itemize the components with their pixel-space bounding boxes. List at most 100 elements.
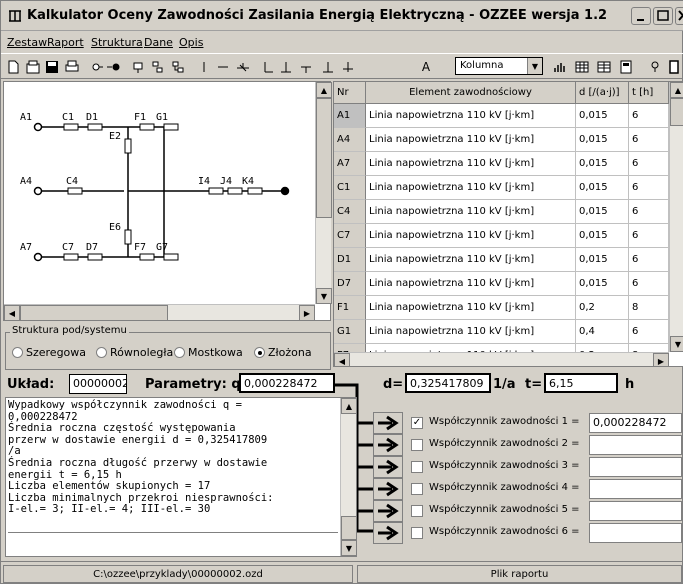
apply-arrow-button[interactable] (373, 478, 403, 500)
table-row[interactable]: G1 Linia napowietrzna 110 kV [j·km] 0,4 6 (334, 320, 669, 344)
scroll-thumb[interactable] (341, 516, 357, 540)
node-closed-icon[interactable] (105, 58, 123, 76)
print-icon[interactable] (63, 58, 81, 76)
table-row[interactable]: F1 Linia napowietrzna 110 kV [j·km] 0,2 8 (334, 296, 669, 320)
cell-t[interactable]: 6 (629, 104, 669, 128)
scroll-down-icon[interactable]: ▼ (316, 288, 332, 304)
results-vertical-scrollbar[interactable]: ▲ ▼ (340, 398, 357, 556)
cell-d[interactable]: 0,2 (576, 296, 629, 320)
table-row[interactable]: D7 Linia napowietrzna 110 kV [j·km] 0,015 6 (334, 272, 669, 296)
apply-arrow-button[interactable] (373, 434, 403, 456)
radio-rownolegla[interactable]: Równoległa (96, 346, 173, 359)
cross-icon[interactable] (319, 58, 337, 76)
coefficient-checkbox[interactable] (411, 461, 423, 473)
maximize-button[interactable] (653, 7, 673, 25)
coefficient-checkbox[interactable] (411, 483, 423, 495)
text-icon[interactable]: A (417, 58, 435, 76)
help-icon[interactable] (646, 58, 664, 76)
cell-element[interactable]: Linia napowietrzna 110 kV [j·km] (366, 152, 576, 176)
cell-t[interactable]: 6 (629, 224, 669, 248)
radio-zlozona[interactable]: Złożona (254, 346, 312, 359)
scroll-thumb[interactable] (316, 98, 332, 218)
save-icon[interactable] (43, 58, 61, 76)
cell-element[interactable]: Linia napowietrzna 110 kV [j·km] (366, 176, 576, 200)
radio-dot[interactable] (12, 347, 23, 358)
tee-icon[interactable] (277, 58, 295, 76)
t-field[interactable]: 6,15 (544, 373, 618, 393)
table-row[interactable]: C1 Linia napowietrzna 110 kV [j·km] 0,015 6 (334, 176, 669, 200)
menu-zestaw[interactable]: Zestaw (7, 36, 47, 49)
diagram-vertical-scrollbar[interactable]: ▲ ▼ (315, 82, 332, 304)
cell-nr[interactable]: G1 (334, 320, 366, 344)
cell-nr[interactable]: F1 (334, 296, 366, 320)
command-input[interactable] (8, 532, 338, 550)
coefficient-field[interactable] (589, 457, 682, 477)
cell-t[interactable]: 6 (629, 272, 669, 296)
cell-t[interactable]: 6 (629, 200, 669, 224)
scroll-down-icon[interactable]: ▼ (670, 336, 683, 352)
cell-element[interactable]: Linia napowietrzna 110 kV [j·km] (366, 296, 576, 320)
cell-t[interactable]: 6 (629, 248, 669, 272)
cell-nr[interactable]: C1 (334, 176, 366, 200)
cell-t[interactable]: 6 (629, 128, 669, 152)
cell-element[interactable]: Linia napowietrzna 110 kV [j·km] (366, 320, 576, 344)
apply-arrow-button[interactable] (373, 456, 403, 478)
cell-element[interactable]: Linia napowietrzna 110 kV [j·km] (366, 224, 576, 248)
cell-d[interactable]: 0,015 (576, 272, 629, 296)
diagram-canvas[interactable]: A1 C1 D1 F1 G1 E2 A4 C4 I4 J4 K4 E6 A7 C… (4, 82, 315, 304)
cell-t[interactable]: 8 (629, 296, 669, 320)
scroll-right-icon[interactable]: ▶ (299, 305, 315, 321)
scroll-left-icon[interactable]: ◀ (334, 353, 350, 366)
cell-nr[interactable]: A7 (334, 152, 366, 176)
cell-d[interactable]: 0,015 (576, 128, 629, 152)
cell-element[interactable]: Linia napowietrzna 110 kV [j·km] (366, 272, 576, 296)
coefficient-checkbox[interactable] (411, 439, 423, 451)
exit-icon[interactable] (665, 58, 683, 76)
cell-nr[interactable]: D7 (334, 272, 366, 296)
node-open-icon[interactable] (87, 58, 105, 76)
coefficient-checkbox[interactable] (411, 505, 423, 517)
cell-nr[interactable]: A4 (334, 128, 366, 152)
parallel-icon[interactable] (169, 58, 187, 76)
radio-dot[interactable] (96, 347, 107, 358)
cross-center-icon[interactable] (339, 58, 357, 76)
series-icon[interactable] (149, 58, 167, 76)
calculator-icon[interactable] (617, 58, 635, 76)
diagram-horizontal-scrollbar[interactable]: ◀ ▶ (4, 304, 315, 321)
scroll-up-icon[interactable]: ▲ (670, 82, 683, 98)
scroll-up-icon[interactable]: ▲ (316, 82, 332, 98)
radio-dot[interactable] (174, 347, 185, 358)
minimize-button[interactable] (631, 7, 651, 25)
cell-t[interactable]: 6 (629, 176, 669, 200)
column-select[interactable]: Kolumna ▼ (455, 57, 543, 75)
cell-element[interactable]: Linia napowietrzna 110 kV [j·km] (366, 200, 576, 224)
cell-nr[interactable]: C7 (334, 224, 366, 248)
menu-opis[interactable]: Opis (179, 36, 203, 49)
coefficient-field[interactable]: 0,000228472 (589, 413, 682, 433)
radio-mostkowa[interactable]: Mostkowa (174, 346, 243, 359)
new-icon[interactable] (4, 58, 22, 76)
coefficient-field[interactable] (589, 435, 682, 455)
scroll-up-icon[interactable]: ▲ (341, 398, 357, 414)
cell-d[interactable]: 0,4 (576, 320, 629, 344)
table-vertical-scrollbar[interactable]: ▲ ▼ (669, 82, 683, 352)
cell-d[interactable]: 0,015 (576, 152, 629, 176)
table-row[interactable]: C4 Linia napowietrzna 110 kV [j·km] 0,015 6 (334, 200, 669, 224)
cell-d[interactable]: 0,015 (576, 104, 629, 128)
open-icon[interactable] (24, 58, 42, 76)
cell-element[interactable]: Linia napowietrzna 110 kV [j·km] (366, 248, 576, 272)
cell-d[interactable]: 0,015 (576, 224, 629, 248)
table-row[interactable]: D1 Linia napowietrzna 110 kV [j·km] 0,015 6 (334, 248, 669, 272)
scroll-down-icon[interactable]: ▼ (341, 540, 357, 556)
table-horizontal-scrollbar[interactable]: ◀ ▶ (334, 352, 669, 366)
apply-arrow-button[interactable] (373, 522, 403, 544)
radio-szeregowa[interactable]: Szeregowa (12, 346, 86, 359)
coefficient-field[interactable] (589, 479, 682, 499)
cell-d[interactable]: 0,015 (576, 248, 629, 272)
q-field[interactable]: 0,000228472 (239, 373, 335, 393)
chevron-down-icon[interactable]: ▼ (527, 58, 542, 74)
coefficient-field[interactable] (589, 523, 682, 543)
table-icon[interactable] (573, 58, 591, 76)
structure-diagram[interactable]: A1 C1 D1 F1 G1 E2 A4 C4 I4 J4 K4 E6 A7 C… (3, 81, 332, 321)
col-t[interactable]: t [h] (629, 82, 669, 104)
